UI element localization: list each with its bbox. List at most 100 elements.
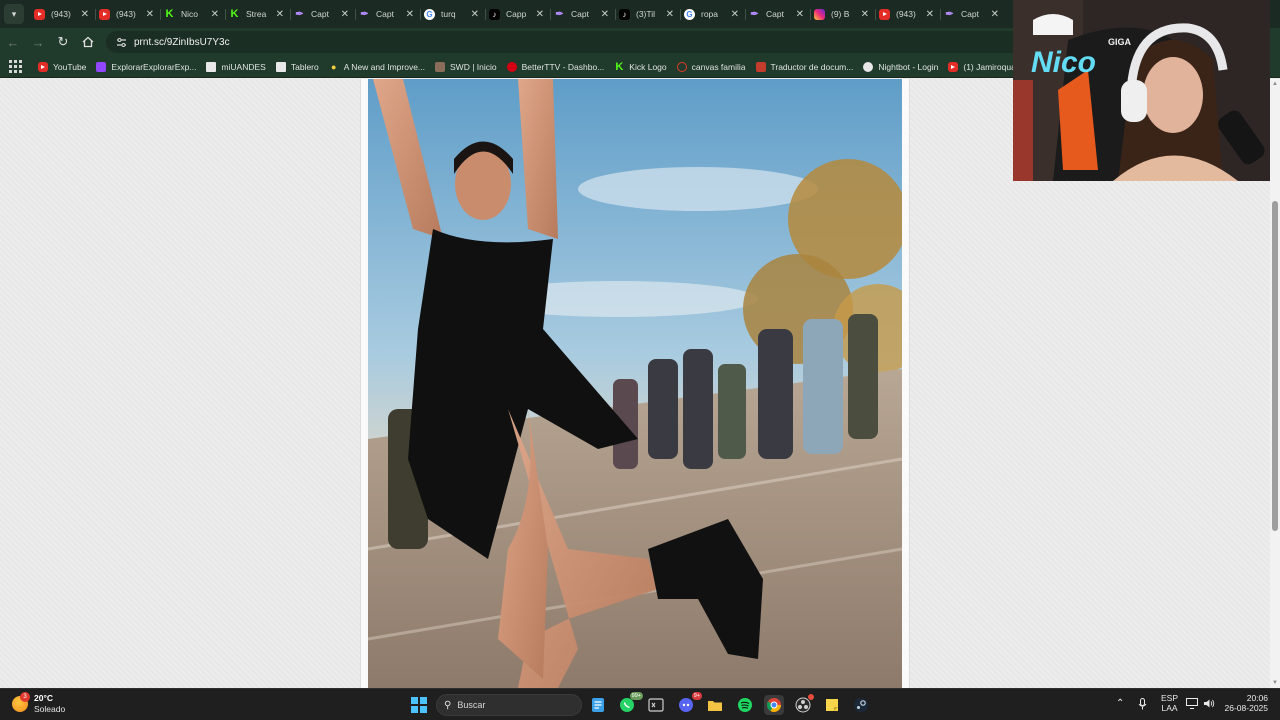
volume-icon[interactable]	[1203, 698, 1215, 712]
clock-time: 20:06	[1246, 693, 1268, 703]
bookmark-item[interactable]: BetterTTV - Dashbo...	[502, 61, 610, 72]
scroll-up-arrow-icon[interactable]: ▲	[1272, 81, 1278, 87]
home-icon[interactable]	[76, 30, 100, 54]
microphone-icon[interactable]	[1138, 698, 1147, 713]
bookmark-item[interactable]: ● A New and Improve...	[324, 62, 430, 72]
close-icon[interactable]: ✕	[146, 9, 154, 20]
browser-tab[interactable]: G turq ✕	[420, 1, 485, 27]
browser-tab[interactable]: G ropa ✕	[680, 1, 745, 27]
nightbot-icon	[863, 61, 874, 72]
network-icon[interactable]	[1186, 698, 1198, 712]
chevron-up-icon[interactable]: ⌃	[1116, 698, 1124, 709]
close-icon[interactable]: ✕	[926, 9, 934, 20]
tab-title: Capt	[961, 9, 979, 19]
bookmark-label: Nightbot - Login	[878, 61, 939, 72]
back-arrow-icon[interactable]: ←	[1, 30, 25, 54]
keyboard-layout: LAA	[1161, 703, 1178, 713]
sticky-notes-icon[interactable]	[822, 695, 842, 715]
browser-tab[interactable]: ♪ Capp ✕	[485, 1, 550, 27]
google-icon: G	[424, 8, 435, 20]
chrome-glyph	[766, 698, 781, 712]
windows-start-icon[interactable]	[411, 697, 427, 713]
bookmark-item[interactable]: Traductor de docum...	[751, 61, 859, 72]
tab-title: Capt	[571, 9, 589, 19]
microphone-glyph	[1138, 698, 1147, 710]
taskbar-search[interactable]: ⚲ Buscar	[436, 694, 582, 716]
browser-tab[interactable]: ♪ (3)Til ✕	[615, 1, 680, 27]
feather-icon: ✒	[360, 8, 369, 20]
bttv-icon	[506, 61, 517, 72]
language-indicator[interactable]: ESP LAA	[1161, 693, 1178, 713]
close-icon[interactable]: ✕	[861, 9, 869, 20]
steam-icon[interactable]	[851, 695, 871, 715]
bookmark-item[interactable]: ExplorarExplorarExp...	[91, 61, 201, 72]
browser-tab[interactable]: K Nico ✕	[160, 1, 225, 27]
browser-tab[interactable]: K Strea ✕	[225, 1, 290, 27]
browser-tab[interactable]: ✒ Capt ✕	[745, 1, 810, 27]
tab-title: (943)	[51, 9, 71, 19]
address-bar[interactable]: prnt.sc/9ZinIbsU7Y3c	[106, 31, 1106, 53]
bookmark-item[interactable]: K Kick Logo	[609, 61, 671, 73]
tiktok-icon: ♪	[619, 8, 630, 20]
page-scrollbar[interactable]: ▲ ▼	[1270, 79, 1280, 688]
weather-widget[interactable]: 3 20°C Soleado	[12, 692, 65, 715]
browser-tab[interactable]: (943) ✕	[875, 1, 940, 27]
terminal-glyph	[648, 698, 664, 712]
tab-title: Nico	[181, 9, 199, 19]
bookmark-item[interactable]: miUANDES	[201, 61, 270, 72]
close-icon[interactable]: ✕	[536, 9, 544, 20]
close-icon[interactable]: ✕	[601, 9, 609, 20]
weather-temperature: 20°C	[34, 693, 53, 703]
forward-arrow-icon[interactable]: →	[26, 30, 50, 54]
webcam-overlay: GIGA Nico	[1013, 0, 1270, 181]
chrome-icon[interactable]	[764, 695, 784, 715]
tab-search-chevron-icon[interactable]: ▾	[4, 4, 24, 24]
bookmark-item[interactable]: SWD | Inicio	[430, 61, 502, 72]
scroll-down-arrow-icon[interactable]: ▼	[1272, 680, 1278, 686]
spotify-icon[interactable]	[735, 695, 755, 715]
spotify-glyph	[738, 698, 752, 712]
close-icon[interactable]: ✕	[991, 9, 999, 20]
scroll-thumb[interactable]	[1272, 201, 1278, 531]
browser-tab[interactable]: (943) ✕	[30, 1, 95, 27]
browser-tab[interactable]: ✒ Capt ✕	[940, 1, 1005, 27]
screenshot-image	[368, 79, 902, 688]
close-icon[interactable]: ✕	[81, 9, 89, 20]
volume-glyph	[1204, 699, 1215, 708]
canvas-icon	[676, 61, 687, 72]
close-icon[interactable]: ✕	[666, 9, 674, 20]
discord-glyph	[679, 698, 693, 712]
sticky-note-glyph	[826, 699, 838, 711]
obs-icon[interactable]	[793, 694, 814, 715]
browser-tab[interactable]: ✒ Capt ✕	[550, 1, 615, 27]
bookmark-item[interactable]: Tablero	[271, 61, 324, 72]
close-icon[interactable]: ✕	[211, 9, 219, 20]
reload-icon[interactable]: ↻	[51, 30, 75, 54]
notepad-icon[interactable]	[588, 695, 608, 715]
browser-tab[interactable]: ✒ Capt ✕	[355, 1, 420, 27]
youtube-icon	[879, 8, 890, 20]
system-clock[interactable]: 20:06 26-08-2025	[1222, 693, 1268, 713]
whatsapp-icon[interactable]: 99+	[617, 692, 643, 715]
tab-title: turq	[441, 9, 456, 19]
close-icon[interactable]: ✕	[471, 9, 479, 20]
site-settings-icon[interactable]	[114, 35, 128, 49]
bookmark-item[interactable]: YouTube	[33, 61, 91, 72]
bookmark-item[interactable]: canvas familia	[672, 61, 751, 72]
tab-title: (943)	[116, 9, 136, 19]
close-icon[interactable]: ✕	[731, 9, 739, 20]
browser-tab[interactable]: (943) ✕	[95, 1, 160, 27]
close-icon[interactable]: ✕	[796, 9, 804, 20]
close-icon[interactable]: ✕	[276, 9, 284, 20]
discord-icon[interactable]: 9+	[676, 692, 702, 715]
browser-tab[interactable]: (9) B ✕	[810, 1, 875, 27]
browser-tab[interactable]: ✒ Capt ✕	[290, 1, 355, 27]
bookmark-label: canvas familia	[691, 61, 746, 72]
twitch-icon	[96, 61, 107, 72]
terminal-icon[interactable]	[646, 695, 666, 715]
file-explorer-icon[interactable]	[705, 695, 725, 715]
close-icon[interactable]: ✕	[406, 9, 414, 20]
apps-grid-icon[interactable]	[7, 59, 23, 75]
bookmark-item[interactable]: Nightbot - Login	[858, 61, 943, 72]
close-icon[interactable]: ✕	[341, 9, 349, 20]
